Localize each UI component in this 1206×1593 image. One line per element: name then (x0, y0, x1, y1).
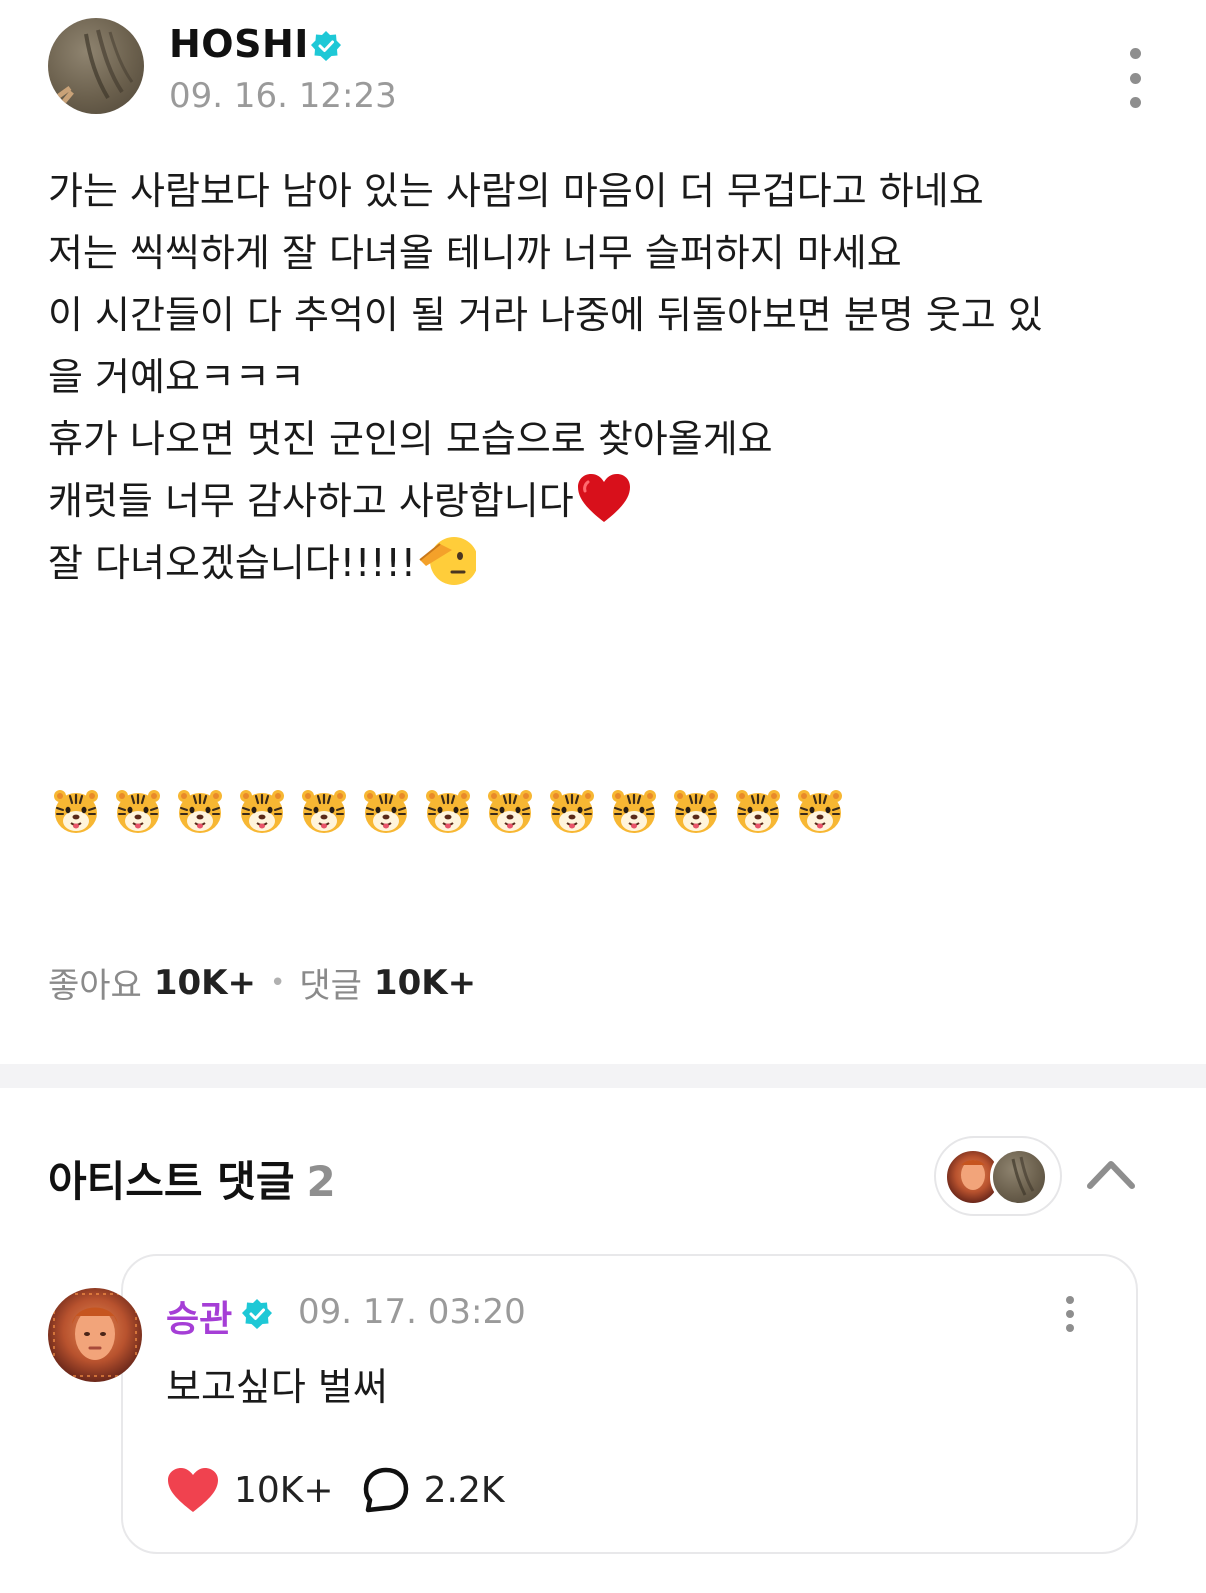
post-line: 을 거예요ㅋㅋㅋ (48, 355, 305, 399)
tiger-face-icon (240, 790, 284, 833)
separator-dot: • (270, 967, 286, 998)
likes-count[interactable]: 10K+ (154, 963, 256, 1003)
likes-label: 좋아요 (48, 966, 142, 1006)
section-divider (0, 1064, 1206, 1088)
comment-reply-button[interactable]: 2.2K (362, 1466, 505, 1514)
post-page: HOSHI 09. 16. 12:23 가는 사람보다 남아 있는 사람의 마음… (0, 0, 1206, 1593)
artist-avatar-stack[interactable] (934, 1136, 1062, 1216)
post-line: 저는 씩씩하게 잘 다녀올 테니까 너무 슬퍼하지 마세요 (48, 231, 902, 275)
comment-reply-count: 2.2K (423, 1469, 505, 1511)
artist-comments-count: 2 (306, 1157, 336, 1206)
chevron-up-icon[interactable] (1086, 1154, 1136, 1194)
post-header: HOSHI 09. 16. 12:23 (48, 18, 1158, 118)
tiger-face-icon (798, 790, 842, 833)
comment-timestamp: 09. 17. 03:20 (298, 1292, 526, 1332)
comments-label: 댓글 (299, 966, 362, 1006)
tiger-face-icon (364, 790, 408, 833)
post-line: 휴가 나오면 멋진 군인의 모습으로 찾아올게요 (48, 417, 773, 461)
author-name[interactable]: HOSHI (169, 22, 309, 66)
tiger-face-icon (302, 790, 346, 833)
post-more-options-icon[interactable] (1120, 48, 1150, 108)
tiger-face-icon (550, 790, 594, 833)
post-line-text: 캐럿들 너무 감사하고 사랑합니다 (48, 479, 574, 523)
tiger-face-icon (736, 790, 780, 833)
artist-avatar-hoshi (990, 1148, 1048, 1206)
comment-author-avatar[interactable] (48, 1288, 142, 1382)
comment-actions: 10K+ 2.2K (166, 1462, 504, 1518)
post-body: 가는 사람보다 남아 있는 사람의 마음이 더 무겁다고 하네요 저는 씩씩하게… (48, 160, 1148, 594)
tiger-face-icon (54, 790, 98, 833)
post-stats: 좋아요 10K+ • 댓글 10K+ (48, 958, 476, 1007)
red-heart-icon (577, 474, 630, 522)
post-line: 이 시간들이 다 추억이 될 거라 나중에 뒤돌아보면 분명 웃고 있 (48, 293, 1043, 337)
comment-author-name[interactable]: 승관 (166, 1290, 232, 1342)
tiger-face-icon (674, 790, 718, 833)
post-timestamp: 09. 16. 12:23 (169, 76, 397, 116)
comments-count[interactable]: 10K+ (374, 963, 476, 1003)
tiger-face-icon (116, 790, 160, 833)
comment-like-button[interactable]: 10K+ (166, 1466, 334, 1514)
post-line: 가는 사람보다 남아 있는 사람의 마음이 더 무겁다고 하네요 (48, 169, 984, 213)
tiger-face-icon (612, 790, 656, 833)
tiger-face-icon (426, 790, 470, 833)
speech-bubble-icon (363, 1467, 408, 1513)
verified-badge-icon (242, 1299, 272, 1329)
post-line-text: 잘 다녀오겠습니다!!!!! (48, 541, 416, 585)
artist-comments-label: 아티스트 댓글 (48, 1157, 295, 1206)
artist-comments-title: 아티스트 댓글 2 (48, 1148, 336, 1209)
author-avatar[interactable] (48, 18, 144, 114)
comment-text: 보고싶다 벌써 (166, 1365, 388, 1409)
saluting-face-icon (419, 537, 476, 585)
comment-more-options-icon[interactable] (1060, 1296, 1080, 1332)
tiger-face-icon (488, 790, 532, 833)
post-line-salute: 잘 다녀오겠습니다!!!!! (48, 532, 1148, 594)
tiger-face-icon (178, 790, 222, 833)
verified-badge-icon (311, 31, 341, 61)
tiger-emoji-row (52, 786, 844, 840)
comment-like-count: 10K+ (234, 1469, 334, 1511)
heart-icon (168, 1468, 218, 1512)
post-line-heart: 캐럿들 너무 감사하고 사랑합니다 (48, 470, 1148, 532)
